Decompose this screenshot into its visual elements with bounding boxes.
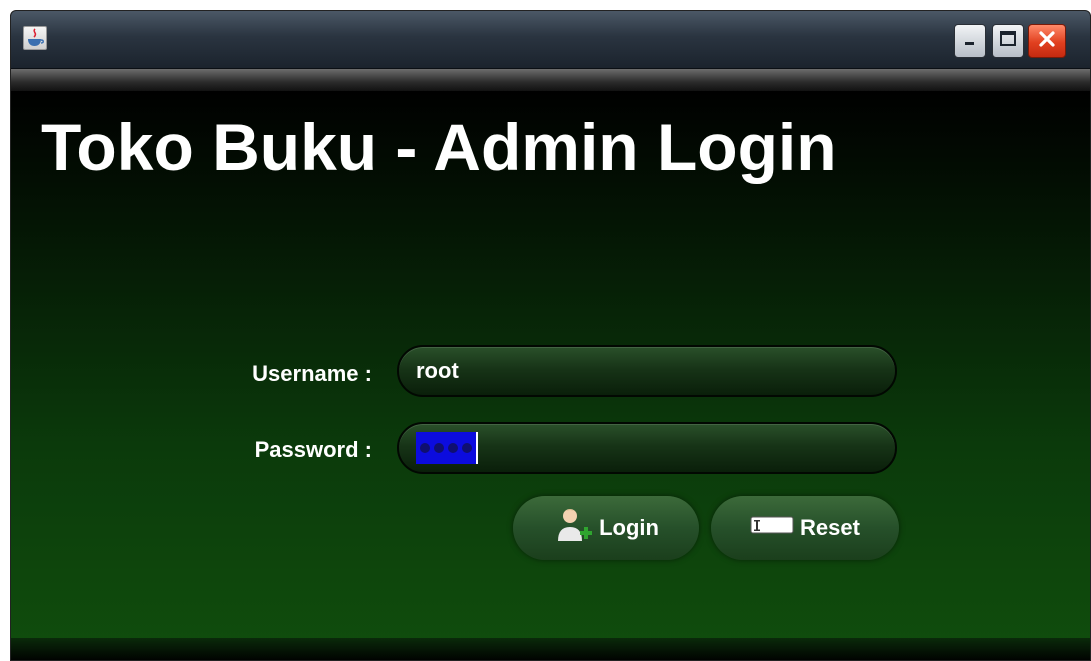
username-label: Username : — [252, 361, 372, 386]
status-strip — [11, 638, 1090, 660]
maximize-icon — [999, 30, 1017, 53]
text-caret — [476, 432, 478, 464]
minimize-icon — [962, 31, 978, 52]
username-value: root — [416, 358, 459, 383]
app-window: Toko Buku - Admin Login Username : root … — [10, 10, 1091, 661]
toolbar-strip — [11, 69, 1090, 91]
password-label: Password : — [254, 437, 372, 462]
password-dot — [420, 443, 430, 453]
maximize-button[interactable] — [992, 24, 1024, 58]
minimize-button[interactable] — [954, 24, 986, 58]
login-button-label: Login — [599, 515, 659, 540]
password-field[interactable] — [397, 422, 897, 474]
close-icon — [1037, 29, 1057, 54]
password-dot — [448, 443, 458, 453]
user-add-icon — [553, 505, 593, 551]
password-dot — [434, 443, 444, 453]
reset-button[interactable]: Reset — [711, 496, 899, 560]
login-button[interactable]: Login — [513, 496, 699, 560]
page-title: Toko Buku - Admin Login — [41, 110, 837, 184]
java-coffee-icon[interactable] — [23, 26, 47, 50]
textfield-icon — [750, 514, 794, 542]
password-dot — [462, 443, 472, 453]
password-selection — [416, 432, 476, 464]
title-bar[interactable] — [11, 11, 1090, 69]
close-button[interactable] — [1028, 24, 1066, 58]
reset-button-label: Reset — [800, 515, 860, 540]
login-panel: Toko Buku - Admin Login Username : root … — [11, 91, 1090, 660]
username-field[interactable]: root — [397, 345, 897, 397]
